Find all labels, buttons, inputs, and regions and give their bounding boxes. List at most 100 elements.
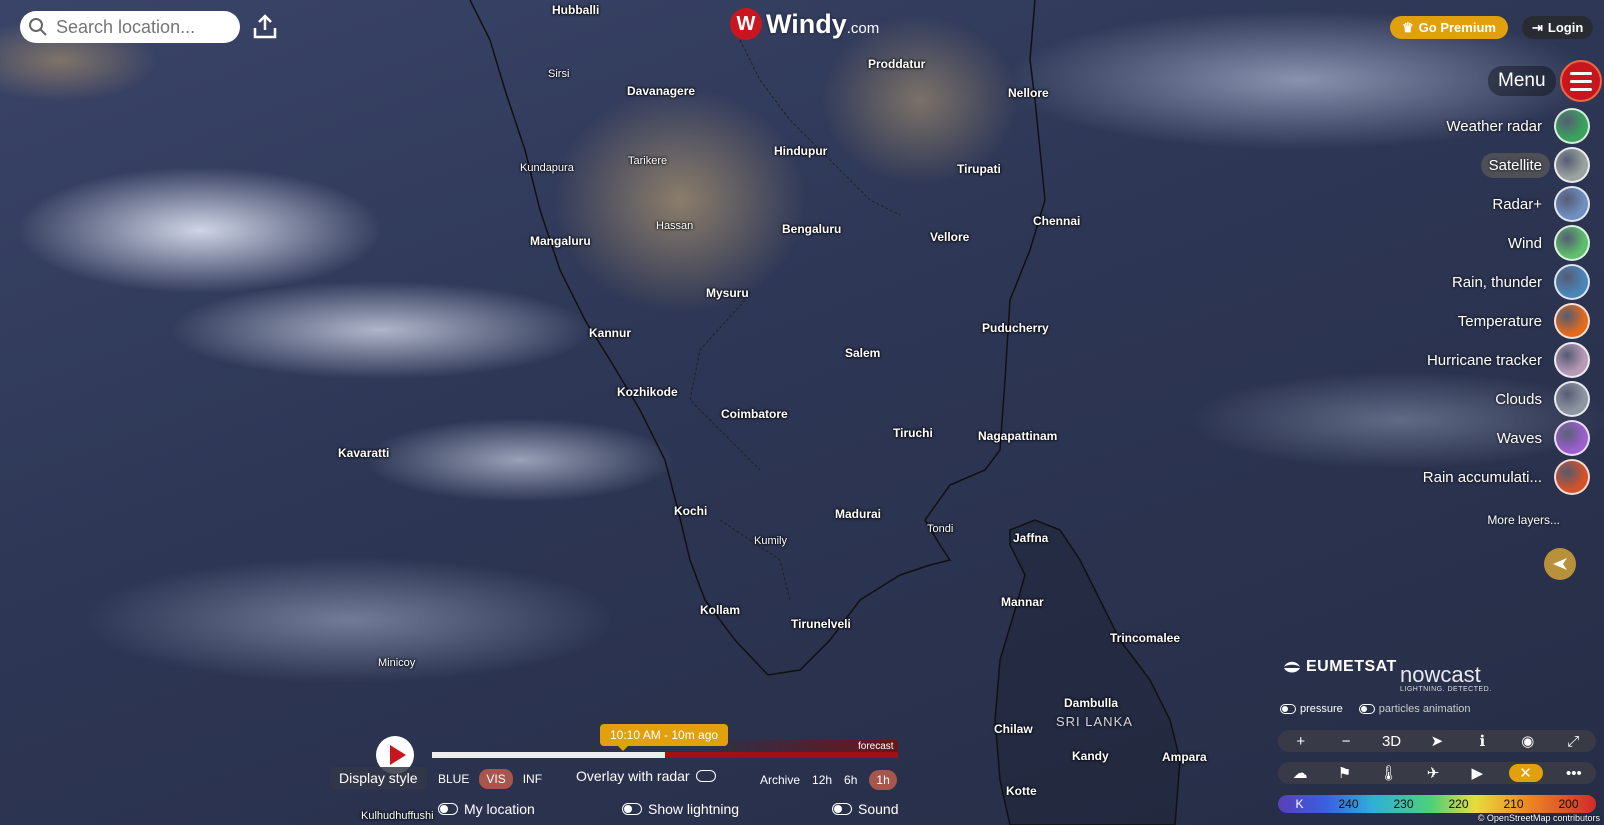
crown-icon: ♛ [1402,19,1414,35]
search-box[interactable] [20,11,240,43]
layer-item[interactable]: Rain, thunder [1370,264,1590,300]
city-label: Kannur [589,326,631,340]
layer-item[interactable]: Weather radar [1370,108,1590,144]
interval-option[interactable]: 12h [812,773,832,787]
more-layers-link[interactable]: More layers... [1487,513,1560,527]
layer-thumbnail-icon [1554,147,1590,183]
layer-label: Temperature [1457,312,1542,330]
tool-button[interactable]: ⚑ [1331,764,1357,782]
particles-toggle[interactable]: particles animation [1358,703,1471,715]
menu-toggle[interactable]: Menu [1488,60,1602,102]
interval-option[interactable]: 6h [844,773,857,787]
time-bubble[interactable]: 10:10 AM - 10m ago [600,724,729,751]
tool-button[interactable]: ••• [1561,765,1587,782]
premium-label: Go Premium [1418,20,1496,35]
tool-button[interactable]: 🌡 [1376,764,1402,782]
layer-item[interactable]: Temperature [1370,303,1590,339]
tool-button[interactable]: ▶ [1464,764,1490,782]
city-label: Davanagere [627,84,696,98]
city-label: Kotte [1006,784,1037,798]
city-label: Jaffna [1013,531,1049,545]
layer-label: Rain, thunder [1451,273,1542,291]
airplane-icon[interactable] [1544,548,1576,580]
tool-button[interactable]: ℹ [1469,732,1495,750]
display-mode-option[interactable]: VIS [479,769,513,789]
scale-tick: 240 [1338,797,1359,811]
login-icon: ⇥ [1532,19,1543,35]
show-lightning-toggle[interactable]: Show lightning [622,801,739,817]
layer-label: Satellite [1480,152,1550,178]
city-label: Kulhudhuffushi [361,810,434,822]
layer-item[interactable]: Radar+ [1370,186,1590,222]
tool-button[interactable]: ☁ [1287,764,1313,782]
layer-item[interactable]: Wind [1370,225,1590,261]
tool-button[interactable]: ✕ [1508,764,1543,782]
city-label: Kundapura [520,162,574,174]
brand-domain: .com [846,19,880,37]
sound-toggle[interactable]: Sound [832,801,898,817]
city-label: Kochi [674,504,708,518]
city-label: Trincomalee [1110,631,1181,645]
layer-label: Rain accumulati... [1422,468,1542,486]
attribution: © OpenStreetMap contributors [1477,813,1600,823]
tool-button[interactable]: 3D [1379,733,1405,750]
city-label: Nagapattinam [978,429,1058,443]
hamburger-icon[interactable] [1559,60,1602,102]
search-icon [29,18,47,36]
layer-item[interactable]: Satellite [1370,147,1590,183]
scale-tick: 220 [1448,797,1469,811]
map-toggles: pressure particles animation [1280,703,1471,715]
tool-button[interactable]: ⤢ [1560,733,1586,750]
city-label: Madurai [835,507,882,521]
layer-label: Weather radar [1446,117,1542,135]
tool-button[interactable]: + [1288,733,1314,750]
scale-tick: K [1295,797,1304,811]
layer-item[interactable]: Clouds [1370,381,1590,417]
city-label: Mysuru [706,286,749,300]
layer-label: Hurricane tracker [1426,351,1542,369]
city-label: Bengaluru [782,222,842,236]
interval-option[interactable]: 1h [869,770,897,790]
map-tools-bar: + − 3D ➤ ℹ ◉ ⤢ [1278,730,1596,752]
eumetsat-icon [1284,661,1300,673]
overlay-tools-bar: ☁ ⚑ 🌡 ✈ ▶ ✕ ••• [1278,762,1596,784]
upload-icon [253,14,277,39]
tool-button[interactable]: ➤ [1424,732,1450,750]
tool-button[interactable]: ✈ [1420,764,1446,782]
layer-item[interactable]: Waves [1370,420,1590,456]
windy-logo[interactable]: W Windy .com [730,8,879,40]
overlay-radar-toggle[interactable]: Overlay with radar [576,768,716,784]
tool-button[interactable]: ◉ [1515,732,1541,750]
city-label: Hubballi [552,3,600,17]
eumetsat-label: EUMETSAT [1306,658,1397,675]
my-location-toggle[interactable]: My location [438,801,535,817]
layer-item[interactable]: Hurricane tracker [1370,342,1590,378]
city-label: Proddatur [868,57,926,71]
archive-button[interactable]: Archive [760,773,800,787]
country-label: SRI LANKA [1056,714,1133,729]
layer-thumbnail-icon [1554,459,1590,495]
layer-thumbnail-icon [1554,225,1590,261]
toggle-icon [695,770,716,782]
go-premium-button[interactable]: ♛ Go Premium [1390,16,1508,39]
display-mode-option[interactable]: INF [523,772,542,786]
satellite-map[interactable]: Hubballi Sirsi Davanagere Proddatur Nellore K… [0,0,1604,825]
login-button[interactable]: ⇥ Login [1522,16,1594,39]
layer-item[interactable]: Rain accumulati... [1370,459,1590,495]
share-upload-button[interactable] [250,12,280,42]
search-input[interactable] [54,15,238,39]
city-label: Hassan [656,220,694,232]
layer-thumbnail-icon [1554,264,1590,300]
display-style-button[interactable]: Display style [330,767,427,789]
tool-button[interactable]: − [1333,733,1359,750]
city-label: Tirunelveli [791,617,851,631]
city-label: Hindupur [774,144,828,158]
timeline-track[interactable] [432,752,898,758]
display-mode-option[interactable]: BLUE [438,772,469,786]
brand-name: Windy [766,8,847,39]
city-label: Nellore [1008,86,1049,100]
layer-thumbnail-icon [1554,108,1590,144]
city-label: Tirupati [957,162,1001,176]
pressure-toggle[interactable]: pressure [1280,703,1343,715]
windy-logo-icon: W [730,8,762,40]
